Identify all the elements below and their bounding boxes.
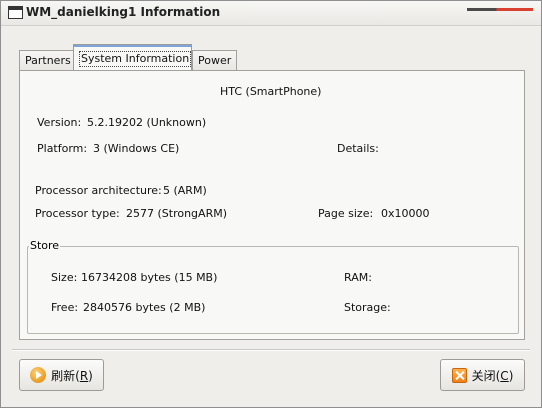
tab-system-information[interactable]: System Information bbox=[73, 44, 192, 72]
refresh-button[interactable]: 刷新(R) bbox=[19, 359, 104, 391]
ram-label: RAM: bbox=[344, 271, 372, 284]
system-information-panel: HTC (SmartPhone) Version: 5.2.19202 (Unk… bbox=[19, 70, 525, 340]
page-size-label: Page size: bbox=[318, 207, 374, 220]
processor-type-label: Processor type: bbox=[35, 207, 120, 220]
storage-label: Storage: bbox=[344, 301, 391, 314]
device-name: HTC (SmartPhone) bbox=[220, 85, 322, 98]
processor-architecture-value: 5 (ARM) bbox=[163, 184, 207, 197]
processor-type-value: 2577 (StrongARM) bbox=[126, 207, 227, 220]
information-window: WM_danielking1 Information Partners Syst… bbox=[0, 0, 542, 408]
tab-partners-label: Partners bbox=[25, 54, 71, 67]
tab-power[interactable]: Power bbox=[192, 50, 237, 71]
title-accent-bar bbox=[467, 8, 533, 11]
tab-power-label: Power bbox=[198, 54, 232, 67]
close-button-label: 关闭(C) bbox=[471, 368, 514, 383]
store-size-value: 16734208 bytes (15 MB) bbox=[81, 271, 218, 284]
store-group bbox=[27, 246, 519, 334]
version-label: Version: bbox=[37, 116, 82, 129]
close-button[interactable]: 关闭(C) bbox=[440, 359, 525, 391]
platform-value: 3 (Windows CE) bbox=[93, 142, 180, 155]
platform-label: Platform: bbox=[37, 142, 88, 155]
tab-partners[interactable]: Partners bbox=[19, 50, 75, 71]
store-legend: Store bbox=[29, 239, 61, 252]
page-size-value: 0x10000 bbox=[381, 207, 430, 220]
window-title: WM_danielking1 Information bbox=[26, 5, 221, 19]
details-label: Details: bbox=[337, 142, 379, 155]
store-free-label: Free: bbox=[51, 301, 79, 314]
store-size-label: Size: bbox=[51, 271, 78, 284]
refresh-icon bbox=[30, 367, 47, 383]
title-bar[interactable]: WM_danielking1 Information bbox=[1, 1, 541, 26]
version-value: 5.2.19202 (Unknown) bbox=[87, 116, 207, 129]
window-icon bbox=[8, 6, 23, 19]
store-free-value: 2840576 bytes (2 MB) bbox=[83, 301, 206, 314]
button-separator bbox=[12, 349, 530, 351]
refresh-button-label: 刷新(R) bbox=[51, 368, 93, 383]
close-icon bbox=[451, 367, 467, 383]
tab-system-information-label: System Information bbox=[79, 51, 192, 67]
processor-architecture-label: Processor architecture: bbox=[35, 184, 162, 197]
